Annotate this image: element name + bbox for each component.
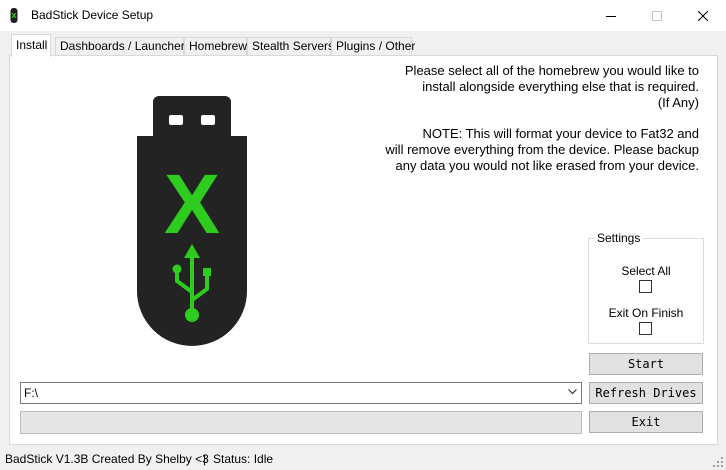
select-all-label: Select All (621, 264, 671, 278)
close-button[interactable] (680, 0, 726, 31)
tab-install[interactable]: Install (11, 34, 51, 57)
tab-plugins-other[interactable]: Plugins / Other (331, 37, 415, 56)
tab-strip: Install Dashboards / Launchers Homebrew … (0, 31, 726, 57)
start-button[interactable]: Start (589, 353, 703, 375)
chevron-down-icon (568, 389, 577, 395)
install-panel: X Please select all of the homebrew you … (9, 55, 718, 445)
homebrew-instructions: Please select all of the homebrew you wo… (404, 63, 699, 110)
settings-legend: Settings (594, 231, 644, 245)
exit-on-finish-checkbox[interactable] (639, 322, 652, 335)
window-title: BadStick Device Setup (31, 8, 154, 22)
tab-dashboards-launchers[interactable]: Dashboards / Launchers (55, 37, 191, 56)
select-all-checkbox[interactable] (639, 280, 652, 293)
status-state: Status: Idle (213, 452, 274, 466)
app-usb-icon: X (10, 8, 18, 23)
status-bar: BadStick V1.3B Created By Shelby <3 | St… (0, 449, 726, 470)
settings-groupbox: Settings Select All Exit On Finish (588, 231, 704, 344)
usb-drive-icon: X (137, 96, 247, 346)
minimize-icon (606, 15, 616, 17)
maximize-icon (652, 10, 662, 21)
close-icon (698, 10, 708, 21)
drive-select[interactable]: F:\ (20, 382, 582, 404)
status-separator: | (203, 452, 207, 466)
refresh-drives-button[interactable]: Refresh Drives (589, 382, 703, 404)
resize-grip-icon[interactable] (712, 456, 724, 468)
minimize-button[interactable] (588, 0, 634, 31)
install-progress-bar (20, 411, 582, 434)
usb-x-logo: X (164, 157, 220, 251)
status-credit: BadStick V1.3B Created By Shelby <3 (5, 452, 209, 466)
tab-stealth-servers[interactable]: Stealth Servers (247, 37, 334, 56)
title-bar: X BadStick Device Setup (0, 0, 726, 31)
format-warning: NOTE: This will format your device to Fa… (385, 126, 699, 173)
exit-on-finish-label: Exit On Finish (608, 306, 684, 320)
maximize-button (634, 0, 680, 31)
tab-homebrew[interactable]: Homebrew (184, 37, 247, 56)
svg-text:X: X (11, 12, 17, 20)
exit-button[interactable]: Exit (589, 411, 703, 433)
drive-select-value: F:\ (24, 386, 38, 400)
